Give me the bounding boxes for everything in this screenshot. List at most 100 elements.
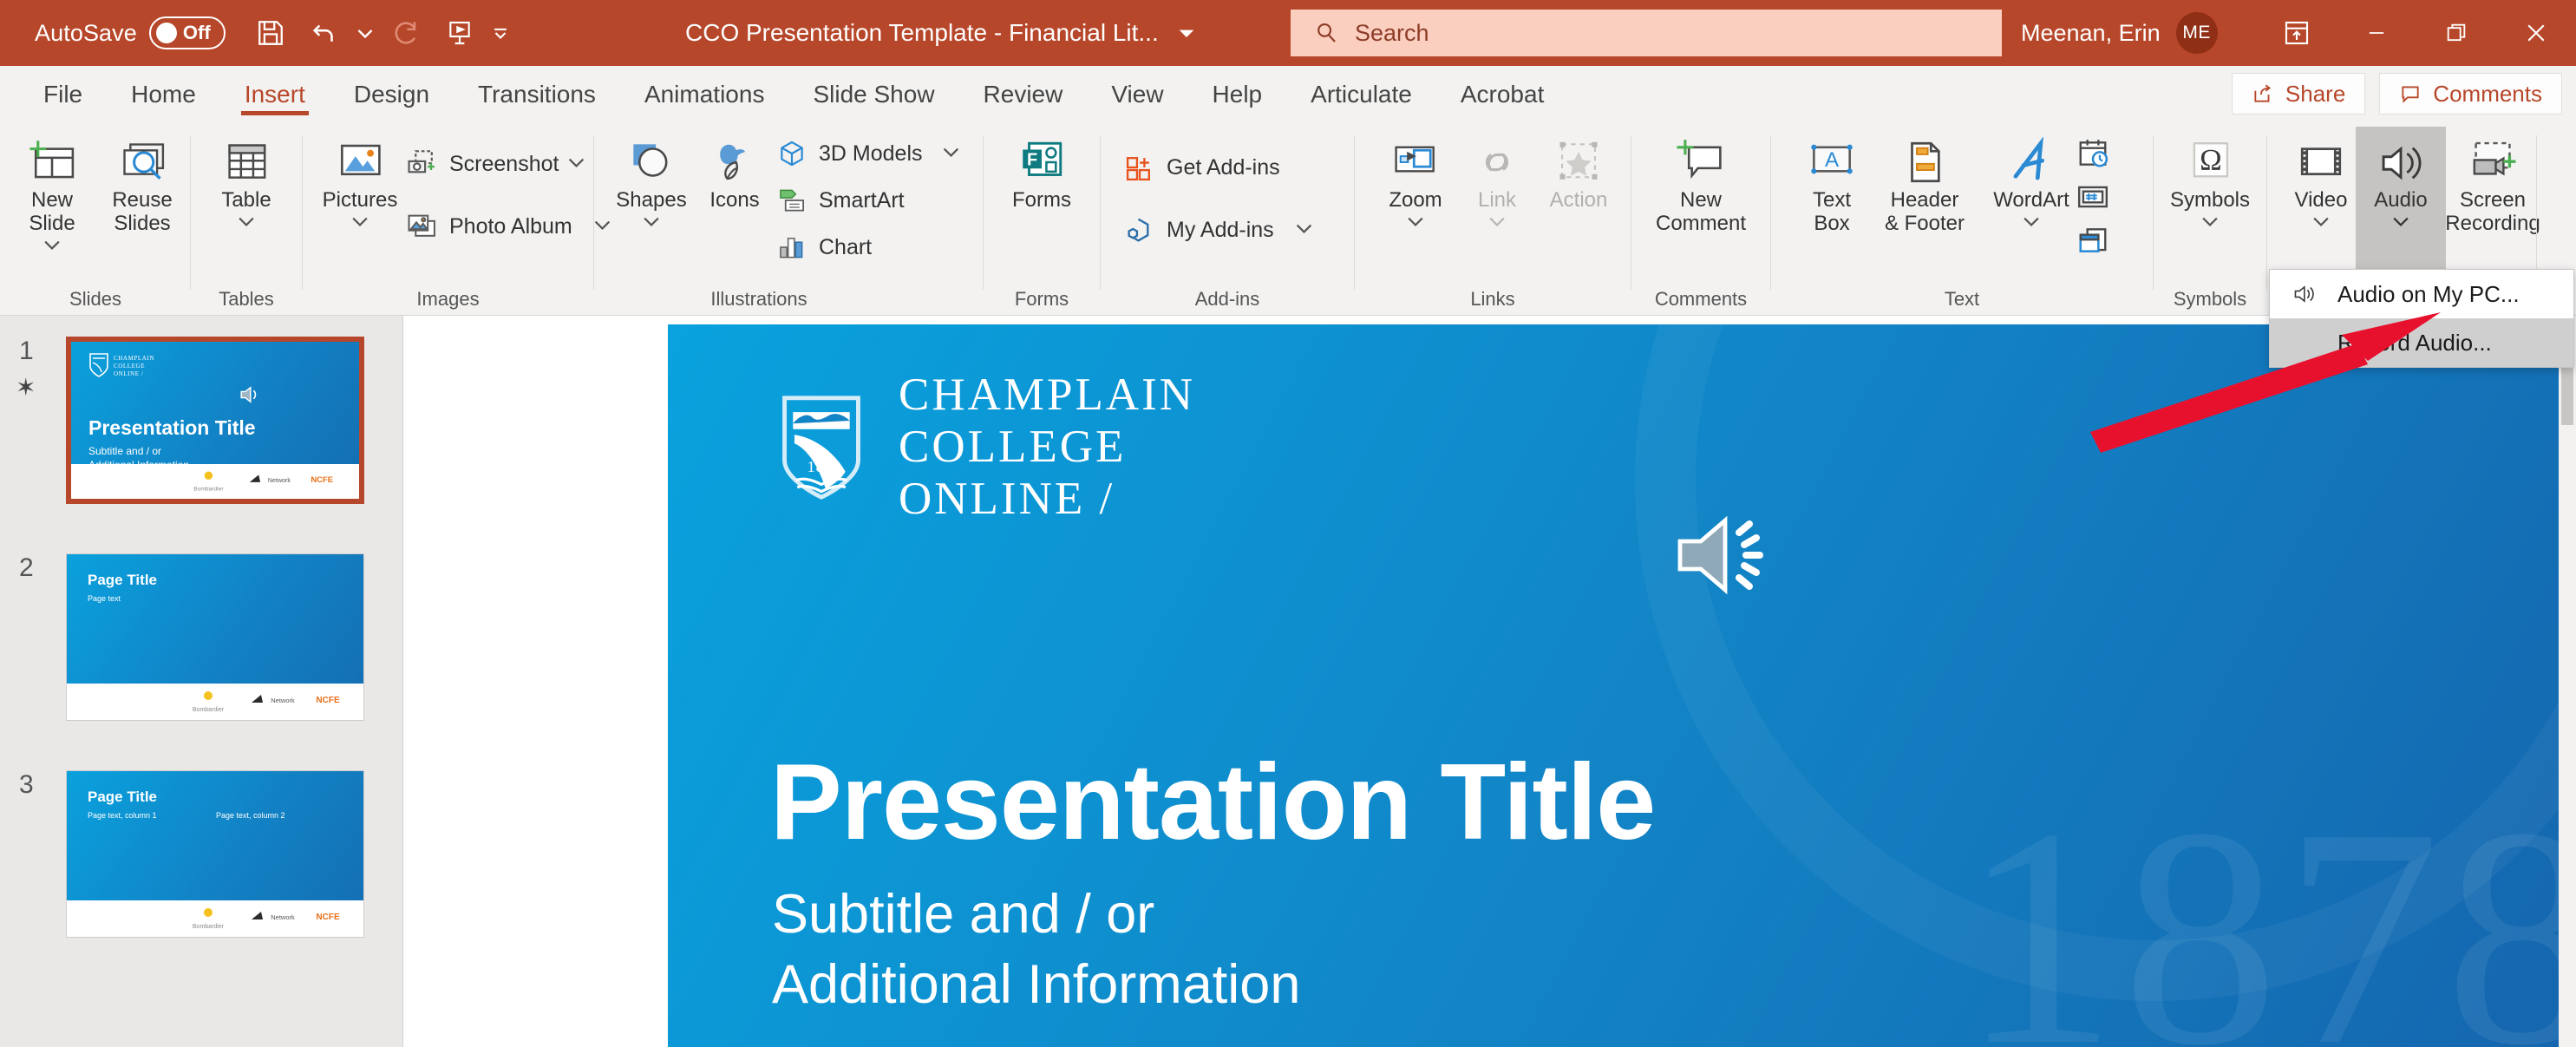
tab-acrobat[interactable]: Acrobat <box>1436 66 1569 123</box>
tab-design[interactable]: Design <box>330 66 454 123</box>
tab-home[interactable]: Home <box>107 66 220 123</box>
forms-button[interactable]: F Forms <box>997 130 1087 213</box>
zoom-button[interactable]: Zoom <box>1370 130 1461 231</box>
slide-thumbnail-3[interactable]: Page Title Page text, column 1 Page text… <box>66 770 364 938</box>
comments-button[interactable]: Comments <box>2379 73 2562 115</box>
date-and-time-icon[interactable] <box>2073 134 2113 173</box>
slide-number-icon[interactable] <box>2073 177 2113 217</box>
tab-view[interactable]: View <box>1087 66 1187 123</box>
chevron-down-icon[interactable] <box>43 239 61 254</box>
chevron-down-icon[interactable] <box>943 146 959 161</box>
smartart-button[interactable]: SmartArt <box>775 180 905 220</box>
chevron-down-icon[interactable] <box>351 215 369 231</box>
tab-slide-show[interactable]: Slide Show <box>788 66 958 123</box>
avatar[interactable]: ME <box>2175 12 2218 54</box>
slide-title[interactable]: Presentation Title <box>770 741 1656 864</box>
vertical-scrollbar[interactable] <box>2559 316 2576 1047</box>
tab-label: Review <box>983 81 1063 108</box>
link-button[interactable]: Link <box>1452 130 1542 231</box>
chevron-down-icon[interactable] <box>643 215 660 231</box>
menu-item-label: Record Audio... <box>2337 329 2492 356</box>
text-box-button[interactable]: A Text Box <box>1787 130 1877 236</box>
tab-label: Insert <box>244 81 305 108</box>
slide-subtitle[interactable]: Subtitle and / or Additional Information <box>772 880 1300 1019</box>
user-account[interactable]: Meenan, Erin ME <box>2021 0 2218 66</box>
object-icon[interactable] <box>2073 220 2113 260</box>
minimize-icon[interactable] <box>2337 0 2416 66</box>
table-button[interactable]: Table <box>201 130 291 231</box>
smartart-icon <box>775 186 809 214</box>
table-icon <box>220 130 272 187</box>
icons-button[interactable]: Icons <box>690 130 780 213</box>
tab-insert[interactable]: Insert <box>220 66 330 123</box>
screenshot-button[interactable]: Screenshot <box>405 144 585 184</box>
tab-articulate[interactable]: Articulate <box>1286 66 1436 123</box>
chevron-down-icon[interactable] <box>1407 215 1424 231</box>
my-addins-button[interactable]: My Add-ins <box>1122 210 1312 250</box>
ribbon-display-options-icon[interactable] <box>2257 0 2337 66</box>
chart-button[interactable]: Chart <box>775 227 872 267</box>
menu-item-record-audio[interactable]: Record Audio... <box>2270 318 2573 367</box>
close-icon[interactable] <box>2496 0 2576 66</box>
slide-thumbnail-2[interactable]: Page Title Page text Bombardier Network … <box>66 553 364 721</box>
start-slideshow-icon[interactable] <box>437 10 482 56</box>
pictures-button[interactable]: Pictures <box>315 130 405 231</box>
quick-access-toolbar <box>248 10 510 56</box>
slide-audio-placeholder[interactable] <box>1670 507 1788 608</box>
search-input[interactable]: Search <box>1355 20 1429 47</box>
chevron-down-icon[interactable] <box>2023 215 2040 231</box>
customize-qat-icon[interactable] <box>491 10 510 56</box>
document-title-area[interactable]: CCO Presentation Template - Financial Li… <box>685 0 1195 66</box>
save-icon[interactable] <box>248 10 293 56</box>
audio-button[interactable]: Audio <box>2356 127 2446 291</box>
shapes-button[interactable]: Shapes <box>606 130 696 231</box>
svg-text:NCFE: NCFE <box>316 696 340 705</box>
video-button[interactable]: Video <box>2276 130 2366 231</box>
restore-icon[interactable] <box>2416 0 2496 66</box>
share-button[interactable]: Share <box>2231 73 2366 115</box>
new-comment-label: New Comment <box>1655 188 1747 235</box>
svg-text:Network: Network <box>271 697 295 704</box>
get-addins-button[interactable]: Get Add-ins <box>1122 147 1280 187</box>
new-comment-icon <box>1674 130 1728 187</box>
chevron-down-icon[interactable] <box>568 156 585 172</box>
slide-canvas[interactable]: 1878 1878 CHAMPLAIN COLLEGE ONLINE / Pre… <box>403 316 2576 1047</box>
tab-review[interactable]: Review <box>959 66 1088 123</box>
tab-label: File <box>43 81 83 108</box>
tab-animations[interactable]: Animations <box>620 66 789 123</box>
tab-help[interactable]: Help <box>1188 66 1287 123</box>
search-bar[interactable]: Search <box>1291 10 2002 56</box>
undo-icon[interactable] <box>302 10 347 56</box>
action-button[interactable]: Action <box>1533 130 1624 213</box>
chevron-down-icon[interactable] <box>2201 215 2219 231</box>
header-footer-button[interactable]: Header & Footer <box>1868 130 1981 236</box>
screen-recording-button[interactable]: Screen Recording <box>2437 130 2548 236</box>
tab-label: Transitions <box>478 81 596 108</box>
text-box-label: Text Box <box>1812 188 1851 235</box>
current-slide[interactable]: 1878 1878 CHAMPLAIN COLLEGE ONLINE / Pre… <box>668 324 2572 1047</box>
chevron-down-icon[interactable] <box>238 215 255 231</box>
autosave-toggle[interactable]: Off <box>148 16 226 49</box>
menu-item-audio-on-my-pc[interactable]: Audio on My PC... <box>2270 270 2573 318</box>
chevron-down-icon[interactable] <box>1296 222 1312 238</box>
wordart-button[interactable]: WordArt <box>1986 130 2076 231</box>
symbols-button[interactable]: Ω Symbols <box>2165 130 2255 231</box>
slide-thumbnail-1[interactable]: CHAMPLAIN COLLEGE ONLINE / Presentation … <box>66 337 364 504</box>
ribbon-group-tables: Table Tables <box>191 123 302 316</box>
tab-file[interactable]: File <box>19 66 107 123</box>
undo-dropdown-icon[interactable] <box>356 10 375 56</box>
chevron-down-icon[interactable] <box>1488 215 1506 231</box>
3d-models-button[interactable]: 3D Models <box>775 134 959 173</box>
photo-album-button[interactable]: Photo Album <box>405 206 611 246</box>
redo-icon[interactable] <box>383 10 428 56</box>
autosave-control[interactable]: AutoSave Off <box>35 16 226 49</box>
link-icon <box>1470 130 1524 187</box>
new-comment-button[interactable]: New Comment <box>1656 130 1746 236</box>
chevron-down-icon[interactable] <box>2392 215 2409 231</box>
tab-transitions[interactable]: Transitions <box>454 66 620 123</box>
chevron-down-icon[interactable] <box>2312 215 2330 231</box>
new-slide-button[interactable]: New Slide <box>7 130 97 254</box>
audio-label: Audio <box>2374 188 2428 212</box>
reuse-slides-button[interactable]: Reuse Slides <box>97 130 187 236</box>
slide-thumbnail-panel[interactable]: 1 ✶ CHAMPLAIN COLLEGE ONLINE / Presentat… <box>0 316 403 1047</box>
